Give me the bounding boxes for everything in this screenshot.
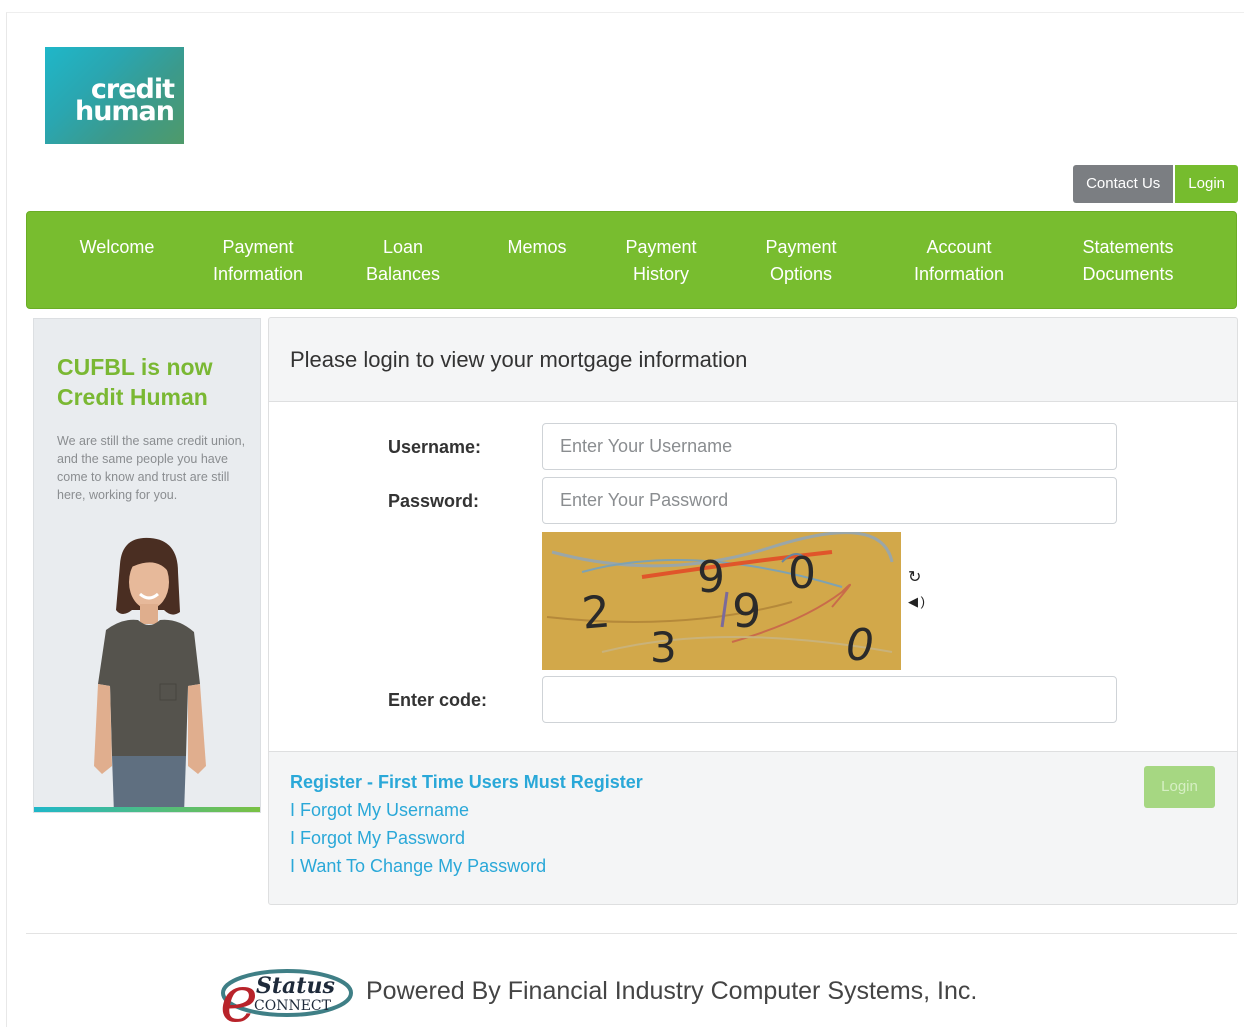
- nav-item-welcome[interactable]: Welcome: [77, 234, 157, 261]
- contact-us-button[interactable]: Contact Us: [1073, 165, 1174, 203]
- logo-line-human: human: [74, 96, 175, 127]
- login-submit-button[interactable]: Login: [1144, 766, 1215, 808]
- nav-label: Memos: [507, 237, 567, 257]
- nav-label: Account: [926, 237, 992, 257]
- nav-label: Options: [769, 264, 833, 284]
- speaker-icon[interactable]: ◀ ): [908, 590, 925, 614]
- nav-item-payment-options[interactable]: Payment Options: [758, 234, 844, 288]
- logo-text: credit human: [74, 76, 175, 127]
- login-panel: Please login to view your mortgage infor…: [268, 317, 1238, 905]
- nav-item-payment-information[interactable]: Payment Information: [205, 234, 311, 288]
- credit-human-logo[interactable]: credit human: [45, 47, 184, 144]
- promo-title-line: Credit Human: [57, 384, 208, 410]
- estatus-connect-logo[interactable]: e Status CONNECT: [212, 955, 362, 1027]
- captcha-char: 9: [732, 584, 761, 638]
- nav-label: Statements: [1082, 237, 1174, 257]
- forgot-username-link[interactable]: I Forgot My Username: [290, 796, 643, 824]
- nav-label: Payment: [625, 237, 697, 257]
- estatus-word2: CONNECT: [254, 998, 332, 1014]
- password-label: Password:: [388, 491, 480, 511]
- top-login-button[interactable]: Login: [1175, 165, 1238, 203]
- promo-title-line: CUFBL is now: [57, 354, 213, 380]
- main-nav: Welcome Payment Information Loan Balance…: [26, 211, 1237, 309]
- nav-label: Information: [913, 264, 1005, 284]
- username-input[interactable]: [542, 423, 1117, 470]
- nav-label: Documents: [1082, 264, 1174, 284]
- nav-label: Loan: [382, 237, 424, 257]
- nav-label: Payment: [765, 237, 837, 257]
- woman-photo: [94, 537, 206, 812]
- captcha-char: 9: [697, 552, 725, 603]
- captcha-graphic: 2 3 9 9 0 0: [546, 532, 894, 670]
- login-form: Username: Password: 2 3 9 9 0 0: [269, 402, 1237, 752]
- captcha-char: 2: [580, 586, 612, 639]
- nav-label: Welcome: [79, 237, 155, 257]
- promo-accent-bar: [34, 807, 260, 812]
- code-input[interactable]: [542, 676, 1117, 723]
- captcha-char: 3: [650, 623, 677, 670]
- login-heading: Please login to view your mortgage infor…: [269, 318, 1237, 402]
- register-link[interactable]: Register - First Time Users Must Registe…: [290, 768, 643, 796]
- footer: e Status CONNECT Powered By Financial In…: [212, 955, 977, 1027]
- nav-item-account-information[interactable]: Account Information: [905, 234, 1013, 288]
- username-label: Username:: [388, 437, 482, 457]
- estatus-letter: e: [220, 963, 258, 1027]
- footer-divider: [26, 933, 1237, 934]
- account-links: Register - First Time Users Must Registe…: [290, 768, 643, 880]
- code-label: Enter code:: [388, 690, 488, 710]
- nav-label: Information: [212, 264, 304, 284]
- refresh-icon[interactable]: ↻: [908, 566, 925, 590]
- nav-item-payment-history[interactable]: Payment History: [618, 234, 704, 288]
- nav-label: Payment: [222, 237, 294, 257]
- password-input[interactable]: [542, 477, 1117, 524]
- change-password-link[interactable]: I Want To Change My Password: [290, 852, 643, 880]
- nav-item-memos[interactable]: Memos: [501, 234, 573, 261]
- nav-label: Balances: [365, 264, 441, 284]
- forgot-password-link[interactable]: I Forgot My Password: [290, 824, 643, 852]
- promo-title: CUFBL is now Credit Human: [57, 352, 212, 412]
- powered-by-text: Powered By Financial Industry Computer S…: [366, 976, 978, 1005]
- nav-item-loan-balances[interactable]: Loan Balances: [360, 234, 446, 288]
- captcha-char: 0: [846, 620, 874, 670]
- captcha-char: 0: [788, 548, 816, 599]
- nav-label: History: [632, 264, 689, 284]
- captcha-image: 2 3 9 9 0 0: [542, 532, 901, 670]
- promo-text: We are still the same credit union, and …: [57, 434, 246, 502]
- captcha-tools: ↻ ◀ ): [908, 566, 925, 614]
- estatus-word1: Status: [256, 973, 335, 999]
- nav-item-statements-documents[interactable]: Statements Documents: [1072, 234, 1184, 288]
- promo-banner[interactable]: CUFBL is now Credit Human We are still t…: [33, 318, 261, 813]
- top-button-group: Contact Us Login: [1073, 165, 1238, 203]
